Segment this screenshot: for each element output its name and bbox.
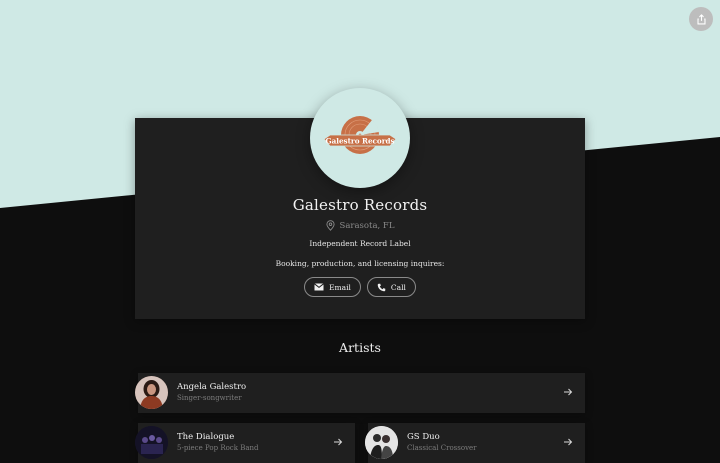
profile-avatar: Galestro Records <box>310 88 410 188</box>
arrow-right-icon <box>564 388 573 396</box>
artist-avatar <box>135 376 168 409</box>
artist-item-the-dialogue[interactable]: The Dialogue 5-piece Pop Rock Band <box>135 423 355 463</box>
location-text: Sarasota, FL <box>339 220 395 231</box>
artists-heading: Artists <box>339 340 381 355</box>
share-icon <box>696 13 706 24</box>
logo-text: Galestro Records <box>325 137 394 146</box>
contact-actions: Email Call <box>135 277 585 297</box>
artist-photo <box>365 426 398 459</box>
map-pin-icon <box>325 220 335 231</box>
artist-photo <box>135 376 168 409</box>
mail-icon <box>314 283 324 291</box>
phone-icon <box>377 283 386 291</box>
email-button[interactable]: Email <box>304 277 361 297</box>
artist-description: Classical Crossover <box>407 444 477 452</box>
artist-avatar <box>135 426 168 459</box>
arrow-right-icon <box>564 438 573 446</box>
artist-photo <box>135 426 168 459</box>
share-button[interactable] <box>689 7 713 31</box>
artist-name: The Dialogue <box>177 432 235 442</box>
artist-avatar <box>365 426 398 459</box>
artist-description: 5-piece Pop Rock Band <box>177 444 259 452</box>
artist-name: GS Duo <box>407 432 440 442</box>
artist-name: Angela Galestro <box>177 382 247 392</box>
call-button-label: Call <box>390 282 406 292</box>
artist-description: Singer-songwriter <box>177 394 242 402</box>
arrow-right-icon <box>334 438 343 446</box>
tagline: Independent Record Label <box>309 239 411 248</box>
artist-item-angela-galestro[interactable]: Angela Galestro Singer-songwriter <box>135 373 585 413</box>
bio-text: Booking, production, and licensing inqui… <box>275 259 445 268</box>
email-button-label: Email <box>329 282 351 292</box>
location-row: Sarasota, FL <box>135 220 585 231</box>
call-button[interactable]: Call <box>366 277 416 297</box>
page-title: Galestro Records <box>292 196 428 214</box>
label-logo: Galestro Records <box>323 116 397 154</box>
artist-item-gs-duo[interactable]: GS Duo Classical Crossover <box>365 423 585 463</box>
